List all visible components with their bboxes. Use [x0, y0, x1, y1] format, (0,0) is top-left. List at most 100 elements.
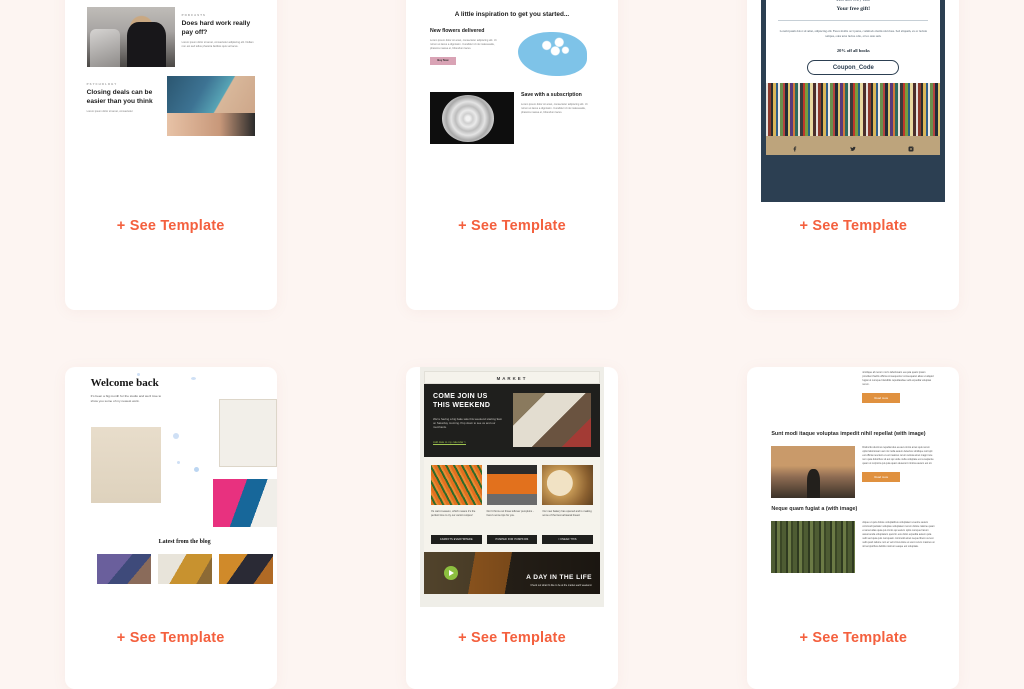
section-heading: A little inspiration to get you started.…	[454, 11, 570, 18]
market-stall-bread-photo	[512, 393, 591, 447]
bookshelf-row-of-books-photo	[766, 83, 941, 142]
sliced-artisan-bread-photo	[542, 464, 593, 505]
post-body: Atque ut quis dolore voluptatibus volupt…	[862, 520, 935, 548]
template-card-bookstore-gift[interactable]: Turn more pages this weekend... Just to …	[747, 0, 960, 310]
carrots-everywhere-button[interactable]: CARROTS EVERYWHERE	[430, 534, 482, 544]
gift-heading: Your free gift!	[836, 6, 871, 12]
offer-text: 20% off all books	[836, 48, 870, 54]
blog-thumb-bird-painting[interactable]	[157, 554, 212, 584]
article-title: Does hard work really pay off?	[181, 20, 251, 36]
see-template-link[interactable]: + See Template	[406, 630, 618, 646]
hero-body: We're having a big bake sale this weeken…	[432, 416, 503, 430]
coupon-code-button[interactable]: Coupon_Code	[807, 60, 900, 76]
column-item: It's carrot season, which means it's the…	[430, 464, 482, 544]
market-fruit-stall-photo[interactable]: A DAY IN THE LIFE Check out what it's li…	[423, 551, 600, 594]
hand-holding-daisies-blue-blob-photo	[509, 28, 594, 80]
carrots-market-photo	[430, 464, 482, 505]
pink-rooster-painting	[212, 479, 277, 527]
blog-thumb-blue-portrait[interactable]	[96, 554, 151, 584]
hero-block: COME JOIN US THIS WEEKEND We're having a…	[423, 384, 600, 457]
column-text: It's carrot season, which means it's the…	[430, 509, 476, 518]
hero-heading: COME JOIN US THIS WEEKEND	[432, 393, 491, 409]
block-title: Save with a subscription	[520, 92, 582, 98]
see-template-link[interactable]: + See Template	[65, 630, 277, 646]
article-body: Lorem ipsum dolor sit amet, consectetur	[86, 110, 133, 113]
welcome-heading: Welcome back	[90, 377, 159, 389]
email-preview-flower-shop: Just for you. Welcome to our flower stor…	[419, 0, 604, 202]
content-block: Save with a subscription Lorem ipsum dol…	[420, 82, 604, 146]
see-template-link[interactable]: + See Template	[406, 218, 618, 234]
post-item: Neque quam fugiat a (with image) Atque u…	[771, 498, 935, 573]
column-text: Our new bakery has opened and is making …	[542, 509, 592, 518]
template-card-artist-welcome-back[interactable]: Welcome back It's been a big month for t…	[64, 367, 277, 689]
three-column-block: It's carrot season, which means it's the…	[423, 456, 600, 552]
decor-dot	[193, 467, 199, 472]
article-item[interactable]: PSYCHOLOGY Closing deals can be easier t…	[86, 76, 255, 137]
post-item: Sunt modi itaque voluptas impedit nihil …	[771, 423, 935, 498]
column-item: Don't throw out those leftover pumpkins …	[486, 464, 538, 544]
article-kicker: PODCASTS	[181, 13, 206, 18]
post-body: Distinctio ducimus repellendus ea aut om…	[862, 445, 934, 466]
content-block: New flowers delivered Lorem ipsum dolor …	[420, 28, 604, 82]
post-title[interactable]: Neque quam fugiat a (with image)	[771, 506, 935, 514]
see-template-link[interactable]: + See Template	[747, 218, 959, 234]
pumped-for-pumpkins-button[interactable]: PUMPED FOR PUMPKINS	[486, 534, 538, 544]
i-knead-this-button[interactable]: I KNEAD THIS	[542, 534, 593, 544]
video-subtitle: Check out what it's like to be at the ma…	[530, 583, 592, 587]
silhouette-person-sunset-photo	[771, 445, 856, 498]
template-card-flower-shop-coupon[interactable]: Just for you. Welcome to our flower stor…	[405, 0, 618, 310]
top-excerpt-block: similique ab rerum non's laboriosam ea q…	[771, 367, 935, 423]
forest-trees-photo	[771, 520, 856, 573]
post-title[interactable]: Sunt modi itaque voluptas impedit nihil …	[771, 431, 935, 439]
block-title: New flowers delivered	[429, 28, 485, 34]
pumpkin-stall-photo	[486, 464, 538, 505]
blog-heading: Latest from the blog	[158, 539, 211, 545]
facebook-icon[interactable]	[792, 139, 798, 157]
decor-dot	[172, 433, 179, 439]
handshake-denim-jacket-photo	[166, 76, 255, 137]
template-gallery-grid: 1 Lorem ipsum dolor sit amet, consectetu…	[0, 0, 1024, 689]
article-kicker: PSYCHOLOGY	[86, 82, 118, 87]
template-card-farmers-market[interactable]: MARKET COME JOIN US THIS WEEKEND We're h…	[405, 367, 618, 689]
template-card-blog-digest[interactable]: similique ab rerum non's laboriosam ea q…	[747, 367, 960, 689]
twitter-icon[interactable]	[850, 139, 857, 157]
divider	[778, 20, 929, 21]
woman-with-headphones-podcast-photo	[86, 7, 175, 68]
template-card-newsletter-podcast[interactable]: 1 Lorem ipsum dolor sit amet, consectetu…	[64, 0, 277, 310]
play-icon[interactable]	[443, 565, 458, 580]
ink-sketch-french-bulldog	[218, 399, 277, 467]
email-preview-blog-digest: similique ab rerum non's laboriosam ea q…	[761, 367, 946, 607]
email-preview-artist: Welcome back It's been a big month for t…	[78, 367, 277, 607]
latest-from-blog-section: Latest from the blog	[79, 539, 277, 584]
white-rose-on-black-photo	[429, 92, 514, 144]
email-preview-market: MARKET COME JOIN US THIS WEEKEND We're h…	[419, 367, 604, 607]
brand-name: MARKET	[423, 371, 600, 384]
instagram-icon[interactable]	[908, 139, 914, 157]
social-footer	[766, 139, 941, 157]
article-body: Lorem ipsum dolor sit amet, consectetur …	[181, 41, 254, 48]
block-body: Lorem ipsum dolor sit amet, consectetur …	[429, 39, 497, 50]
buy-now-button[interactable]: Buy Now	[429, 56, 456, 65]
top-excerpt-text: similique ab rerum non's laboriosam ea q…	[862, 371, 934, 387]
blog-thumb-orange-portrait[interactable]	[218, 554, 273, 584]
column-item: Our new bakery has opened and is making …	[542, 464, 593, 544]
block-body: Lorem ipsum dolor sit amet, consectetur …	[520, 103, 588, 114]
painted-portrait-man-with-moustache	[90, 427, 161, 503]
eyebrow-text: Read more every week	[836, 0, 871, 2]
read-more-button[interactable]: Read more	[862, 472, 901, 483]
email-preview-bookstore: Turn more pages this weekend... Just to …	[761, 0, 946, 202]
video-title: A DAY IN THE LIFE	[526, 573, 592, 581]
column-text: Don't throw out those leftover pumpkins …	[486, 509, 534, 518]
welcome-lead: It's been a big month for the studio and…	[90, 394, 162, 403]
add-to-calendar-link[interactable]: Add date to my calendar >	[432, 440, 466, 445]
see-template-link[interactable]: + See Template	[65, 218, 277, 234]
see-template-link[interactable]: + See Template	[747, 630, 959, 646]
email-preview-newsletter: 1 Lorem ipsum dolor sit amet, consectetu…	[78, 0, 263, 202]
article-title: Closing deals can be easier than you thi…	[86, 89, 153, 105]
decor-dot	[176, 461, 180, 464]
decor-dot	[190, 377, 196, 380]
decor-dot	[136, 373, 140, 376]
body-block: Read more every week Your free gift! Lor…	[766, 0, 940, 76]
article-item[interactable]: PODCASTS Does hard work really pay off? …	[86, 7, 255, 68]
read-more-button[interactable]: Read more	[862, 393, 901, 404]
